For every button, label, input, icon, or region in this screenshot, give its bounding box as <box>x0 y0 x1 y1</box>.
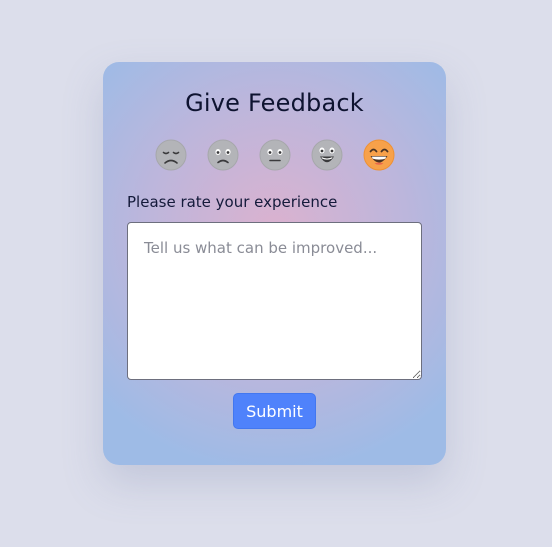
very-dissatisfied-emoji-icon[interactable] <box>155 139 187 171</box>
submit-button[interactable]: Submit <box>233 393 316 429</box>
card-title: Give Feedback <box>185 89 364 117</box>
feedback-textarea[interactable] <box>127 222 422 380</box>
satisfied-emoji-icon[interactable] <box>311 139 343 171</box>
dissatisfied-emoji-icon[interactable] <box>207 139 239 171</box>
very-satisfied-emoji-icon[interactable] <box>363 139 395 171</box>
emoji-rating-row <box>103 139 446 173</box>
feedback-card: Give Feedback Please rate your experienc… <box>103 62 446 465</box>
rating-label: Please rate your experience <box>127 193 338 211</box>
neutral-emoji-icon[interactable] <box>259 139 291 171</box>
